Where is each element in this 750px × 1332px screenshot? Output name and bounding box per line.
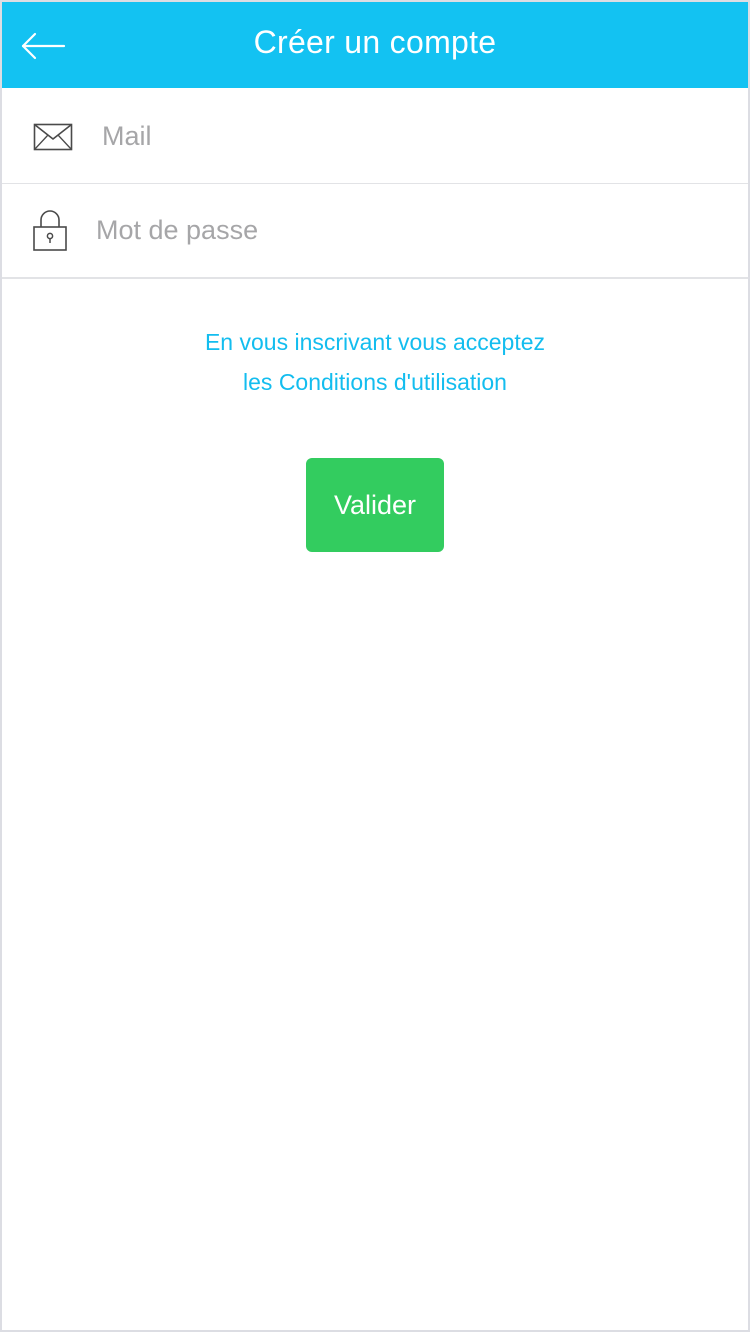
terms-notice: En vous inscrivant vous acceptez les Con… — [2, 322, 748, 402]
signup-screen: Créer un compte En vous inscrivant vous … — [0, 0, 750, 1332]
lock-icon — [30, 184, 70, 277]
header-bar: Créer un compte — [2, 2, 748, 88]
password-input[interactable] — [96, 204, 722, 257]
mail-input[interactable] — [102, 110, 722, 163]
mail-field-row — [2, 90, 748, 185]
page-title: Créer un compte — [253, 24, 497, 60]
envelope-icon — [33, 90, 73, 183]
terms-of-use-link[interactable]: les Conditions d'utilisation — [2, 362, 748, 402]
terms-text: En vous inscrivant vous acceptez — [204, 329, 546, 355]
password-field-row — [2, 184, 748, 279]
submit-button[interactable]: Valider — [306, 458, 444, 552]
